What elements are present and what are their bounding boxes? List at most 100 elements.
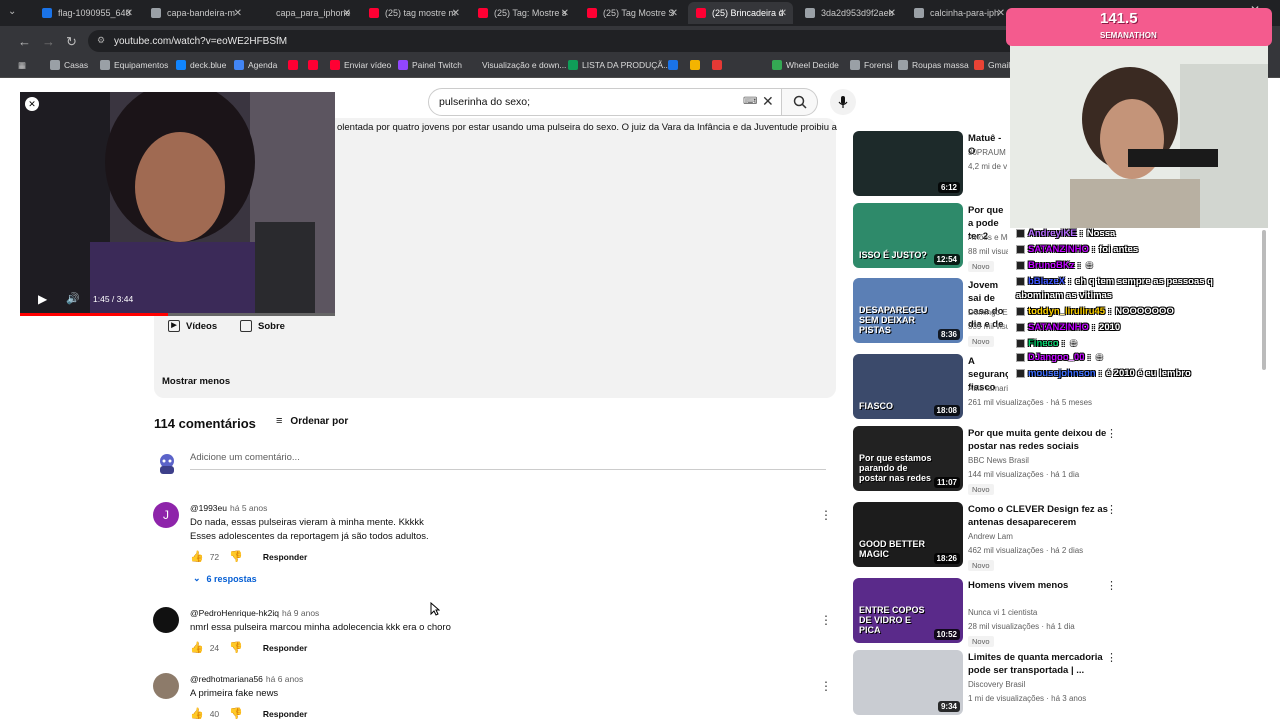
- bookmark-item[interactable]: [690, 60, 704, 70]
- tab-close-icon[interactable]: ✕: [779, 8, 787, 19]
- tab-close-icon[interactable]: ✕: [561, 8, 569, 19]
- browser-tab[interactable]: calcinha-para-iph ✕: [906, 2, 1011, 24]
- reload-icon[interactable]: ↻: [66, 34, 77, 50]
- video-title[interactable]: Como o CLEVER Design fez as antenas desa…: [968, 503, 1108, 529]
- tab-search-icon[interactable]: ⌄: [8, 6, 16, 17]
- video-thumbnail[interactable]: DESAPARECEU SEM DEIXAR PISTAS 8:36: [853, 278, 963, 343]
- channel-name[interactable]: 30PRAUM: [968, 148, 1008, 157]
- comment-menu-icon[interactable]: ⋮: [820, 613, 832, 627]
- comment-author[interactable]: @redhotmariana56 há 6 anos: [190, 674, 303, 684]
- about-tab-button[interactable]: Sobre: [240, 316, 285, 336]
- browser-tab[interactable]: (25) tag mostre m ✕: [361, 2, 466, 24]
- bookmark-item[interactable]: [288, 60, 302, 70]
- add-comment-input[interactable]: Adicione um comentário...: [190, 452, 826, 470]
- video-menu-icon[interactable]: ⋮: [1106, 427, 1117, 440]
- comment-time[interactable]: há 5 anos: [230, 503, 267, 513]
- channel-name[interactable]: Domingo Esp: [968, 308, 1008, 317]
- video-thumbnail[interactable]: 6:12: [853, 131, 963, 196]
- channel-name[interactable]: BBC News Brasil: [968, 456, 1108, 465]
- video-thumbnail[interactable]: 9:34: [853, 650, 963, 715]
- video-thumbnail[interactable]: ENTRE COPOS DE VIDRO E PICA 10:52: [853, 578, 963, 643]
- videos-tab-button[interactable]: ▶ Vídeos: [168, 316, 217, 336]
- dislike-icon[interactable]: 👎: [229, 550, 243, 563]
- keyboard-icon[interactable]: ⌨: [743, 96, 757, 107]
- video-menu-icon[interactable]: ⋮: [1106, 503, 1117, 516]
- bookmark-item[interactable]: Roupas massa: [898, 60, 969, 70]
- miniplayer[interactable]: ✕ ▶ 🔊 1:45 / 3:44: [20, 92, 335, 316]
- bookmark-item[interactable]: Equipamentos: [100, 60, 168, 70]
- like-icon[interactable]: 👍: [190, 641, 204, 654]
- view-replies-button[interactable]: ⌄ 6 respostas: [193, 573, 257, 584]
- sort-comments-button[interactable]: ≡ Ordenar por: [276, 415, 348, 427]
- close-miniplayer-icon[interactable]: ✕: [25, 97, 39, 111]
- commenter-avatar[interactable]: [153, 607, 179, 633]
- like-icon[interactable]: 👍: [190, 550, 204, 563]
- channel-name[interactable]: Andrew Lam: [968, 532, 1108, 541]
- video-title[interactable]: Homens vivem menos: [968, 579, 1108, 592]
- tab-close-icon[interactable]: ✕: [888, 8, 896, 19]
- browser-tab[interactable]: (25) Tag: Mostre s ✕: [470, 2, 575, 24]
- video-thumbnail[interactable]: Por que estamos parando de postar nas re…: [853, 426, 963, 491]
- tab-close-icon[interactable]: ✕: [452, 8, 460, 19]
- bookmark-item[interactable]: Enviar vídeo: [330, 60, 391, 70]
- tab-close-icon[interactable]: ✕: [670, 8, 678, 19]
- clear-search-icon[interactable]: ✕: [762, 93, 774, 110]
- browser-tab[interactable]: capa_para_iphone ✕: [252, 2, 357, 24]
- volume-icon[interactable]: 🔊: [66, 292, 80, 305]
- video-title[interactable]: Por que muita gente deixou de postar nas…: [968, 427, 1108, 453]
- site-info-icon[interactable]: ⚙: [97, 35, 105, 46]
- miniplayer-progress-bar[interactable]: [20, 313, 335, 316]
- bookmark-item[interactable]: Gmail: [974, 60, 1010, 70]
- browser-tab[interactable]: (25) Tag Mostre S ✕: [579, 2, 684, 24]
- bookmark-item[interactable]: deck.blue: [176, 60, 226, 70]
- video-title[interactable]: Limites de quanta mercadoria pode ser tr…: [968, 651, 1108, 677]
- voice-search-button[interactable]: [830, 89, 856, 115]
- channel-name[interactable]: Aviões e Mú: [968, 233, 1008, 242]
- tab-close-icon[interactable]: ✕: [343, 8, 351, 19]
- browser-tab[interactable]: 3da2d953d9f2aeb ✕: [797, 2, 902, 24]
- search-input[interactable]: pulserinha do sexo; ⌨ ✕: [428, 88, 782, 116]
- dislike-icon[interactable]: 👎: [229, 707, 243, 720]
- reply-button[interactable]: Responder: [263, 643, 307, 653]
- channel-name[interactable]: Nunca vi 1 cientista: [968, 608, 1108, 617]
- bookmark-item[interactable]: Wheel Decide: [772, 60, 839, 70]
- bookmark-item[interactable]: Forensi: [850, 60, 892, 70]
- dislike-icon[interactable]: 👎: [229, 641, 243, 654]
- commenter-avatar[interactable]: J: [153, 502, 179, 528]
- comment-author[interactable]: @1993eu há 5 anos: [190, 503, 267, 513]
- bookmark-item[interactable]: [668, 60, 682, 70]
- comment-menu-icon[interactable]: ⋮: [820, 508, 832, 522]
- browser-tab[interactable]: (25) Brincadeira d ✕: [688, 2, 793, 24]
- channel-name[interactable]: Discovery Brasil: [968, 680, 1108, 689]
- channel-name[interactable]: Atila Iamarino: [968, 384, 1008, 393]
- video-thumbnail[interactable]: ISSO É JUSTO? 12:54: [853, 203, 963, 268]
- comment-time[interactable]: há 6 anos: [266, 674, 303, 684]
- like-icon[interactable]: 👍: [190, 707, 204, 720]
- comment-handle[interactable]: @PedroHenrique-hk2iq: [190, 608, 279, 618]
- comment-menu-icon[interactable]: ⋮: [820, 679, 832, 693]
- play-icon[interactable]: ▶: [38, 292, 47, 306]
- commenter-avatar[interactable]: [153, 673, 179, 699]
- bookmark-item[interactable]: [308, 60, 322, 70]
- back-icon[interactable]: ←: [18, 34, 31, 49]
- bookmark-item[interactable]: Casas: [50, 60, 88, 70]
- browser-tab[interactable]: capa-bandeira-m ✕: [143, 2, 248, 24]
- bookmark-item[interactable]: Agenda: [234, 60, 277, 70]
- comment-author[interactable]: @PedroHenrique-hk2iq há 9 anos: [190, 608, 319, 618]
- bookmark-item[interactable]: Painel Twitch: [398, 60, 462, 70]
- comment-handle[interactable]: @redhotmariana56: [190, 674, 263, 684]
- show-less-button[interactable]: Mostrar menos: [162, 376, 230, 387]
- search-button[interactable]: [782, 88, 818, 116]
- video-menu-icon[interactable]: ⋮: [1106, 579, 1117, 592]
- forward-icon[interactable]: →: [42, 34, 55, 49]
- page-scrollbar[interactable]: [1262, 230, 1266, 370]
- browser-tab[interactable]: flag-1090955_640 ✕: [34, 2, 139, 24]
- apps-grid-icon[interactable]: ▦: [18, 60, 26, 71]
- reply-button[interactable]: Responder: [263, 552, 307, 562]
- video-thumbnail[interactable]: FIASCO 18:08: [853, 354, 963, 419]
- comment-handle[interactable]: @1993eu: [190, 503, 227, 513]
- reply-button[interactable]: Responder: [263, 709, 307, 719]
- video-menu-icon[interactable]: ⋮: [1106, 651, 1117, 664]
- tab-close-icon[interactable]: ✕: [997, 8, 1005, 19]
- bookmark-item[interactable]: [712, 60, 726, 70]
